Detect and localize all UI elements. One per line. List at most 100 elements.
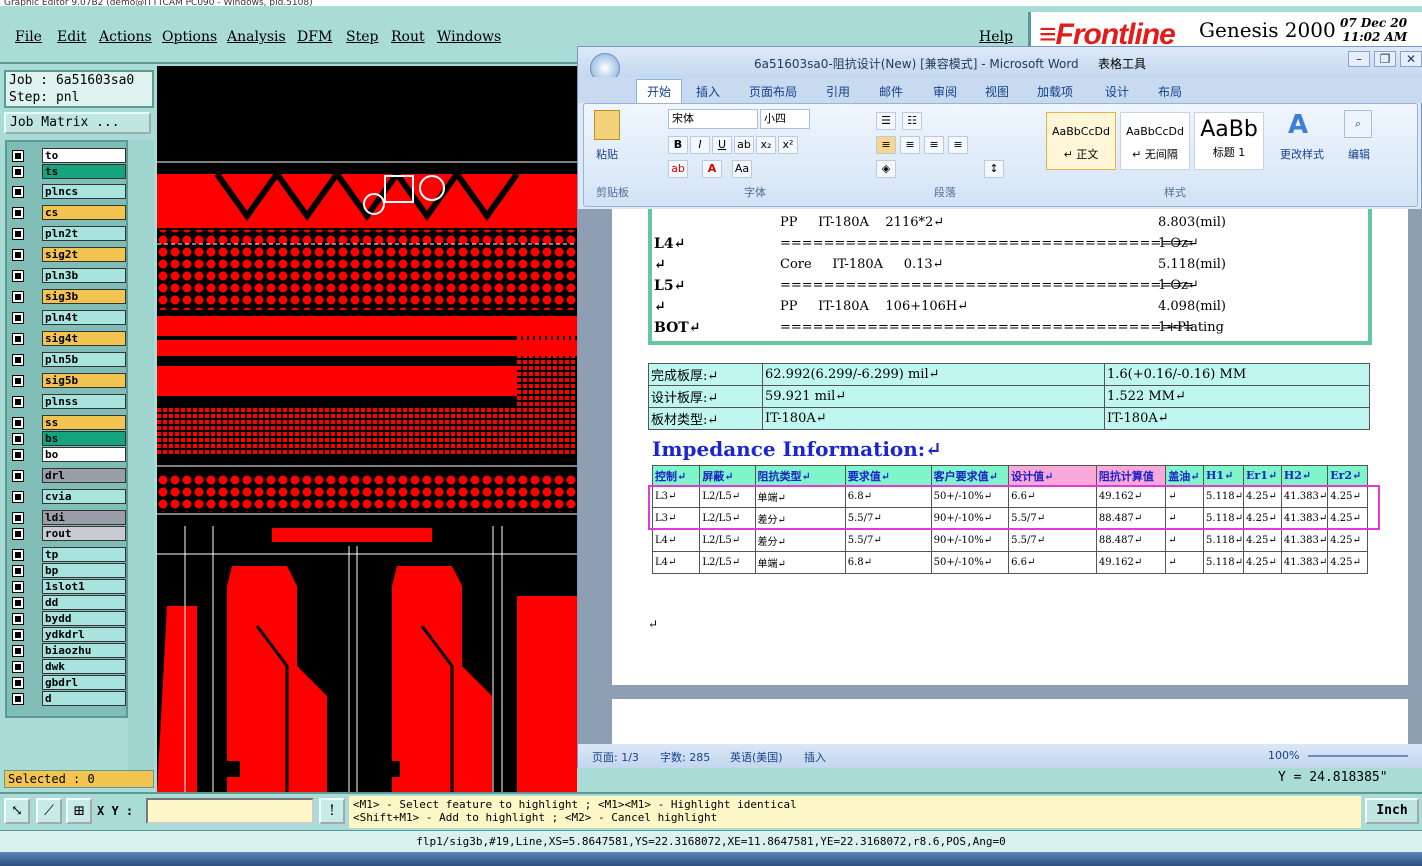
layer-name[interactable]: biaozhu <box>42 643 126 658</box>
layer-checkbox[interactable] <box>12 512 24 524</box>
word-count[interactable]: 字数: 285 <box>660 749 710 765</box>
layer-row[interactable]: sig3b <box>9 289 126 304</box>
layer-name[interactable]: bs <box>42 431 126 446</box>
style-heading1[interactable]: AaBb 标题 1 <box>1194 112 1264 170</box>
layer-name[interactable]: sig2t <box>42 247 126 262</box>
layer-row[interactable]: sig4t <box>9 331 126 346</box>
align-center-button[interactable]: ≡ <box>900 136 920 154</box>
layer-checkbox[interactable] <box>12 333 24 345</box>
layer-checkbox[interactable] <box>12 449 24 461</box>
zoom-level[interactable]: 100% <box>1268 749 1299 762</box>
align-right-button[interactable]: ≡ <box>924 136 944 154</box>
menu-file[interactable]: File <box>15 29 42 45</box>
layer-checkbox[interactable] <box>12 693 24 705</box>
layer-row[interactable]: ldi <box>9 510 126 525</box>
layer-name[interactable]: ydkdrl <box>42 627 126 642</box>
layer-checkbox[interactable] <box>12 375 24 387</box>
font-name-select[interactable]: 宋体 <box>668 109 758 129</box>
units-button[interactable]: Inch <box>1365 798 1419 824</box>
layer-checkbox[interactable] <box>12 417 24 429</box>
layer-checkbox[interactable] <box>12 396 24 408</box>
tab-insert[interactable]: 插入 <box>696 83 720 100</box>
menu-step[interactable]: Step <box>346 29 378 45</box>
document-page[interactable]: PP IT-180A 2116*2↵ 8.803(mil) L4↵ =========… <box>612 209 1408 685</box>
layer-name[interactable]: drl <box>42 468 126 483</box>
layer-row[interactable]: bs <box>9 431 126 446</box>
align-left-button[interactable]: ≡ <box>876 136 896 154</box>
layer-checkbox[interactable] <box>12 549 24 561</box>
menu-analysis[interactable]: Analysis <box>227 29 286 45</box>
layer-row[interactable]: gbdrl <box>9 675 126 690</box>
zoom-slider[interactable] <box>1308 755 1408 757</box>
layer-row[interactable]: pln3b <box>9 268 126 283</box>
layer-row[interactable]: d <box>9 691 126 706</box>
tab-home[interactable]: 开始 <box>636 79 683 104</box>
page-count[interactable]: 页面: 1/3 <box>592 749 639 765</box>
layer-checkbox[interactable] <box>12 291 24 303</box>
measure-icon[interactable]: ⟋ <box>36 798 62 824</box>
layer-checkbox[interactable] <box>12 312 24 324</box>
language[interactable]: 英语(美国) <box>730 749 783 765</box>
menu-dfm[interactable]: DFM <box>297 29 332 45</box>
minimize-icon[interactable]: – <box>1348 51 1370 67</box>
layer-checkbox[interactable] <box>12 661 24 673</box>
layer-row[interactable]: ts <box>9 164 126 179</box>
change-styles-label[interactable]: 更改样式 <box>1280 146 1324 162</box>
layer-checkbox[interactable] <box>12 677 24 689</box>
layer-name[interactable]: sig3b <box>42 289 126 304</box>
italic-button[interactable]: I <box>690 136 710 154</box>
justify-button[interactable]: ≡ <box>948 136 968 154</box>
font-color-button[interactable]: A <box>702 160 722 178</box>
layer-checkbox[interactable] <box>12 228 24 240</box>
layer-row[interactable]: to <box>9 148 126 163</box>
layer-name[interactable]: bp <box>42 563 126 578</box>
underline-button[interactable]: U <box>712 136 732 154</box>
layer-checkbox[interactable] <box>12 491 24 503</box>
layer-name[interactable]: pln4t <box>42 310 126 325</box>
close-icon[interactable]: ✕ <box>1400 51 1422 67</box>
tab-mailings[interactable]: 邮件 <box>879 83 903 100</box>
layer-row[interactable]: plncs <box>9 184 126 199</box>
tab-references[interactable]: 引用 <box>826 83 850 100</box>
layer-name[interactable]: tp <box>42 547 126 562</box>
layer-row[interactable]: rout <box>9 526 126 541</box>
layer-row[interactable]: plnss <box>9 394 126 409</box>
layer-name[interactable]: pln3b <box>42 268 126 283</box>
layer-row[interactable]: sig2t <box>9 247 126 262</box>
numbering-button[interactable]: ☷ <box>902 112 922 130</box>
layer-row[interactable]: pln2t <box>9 226 126 241</box>
layer-row[interactable]: dd <box>9 595 126 610</box>
menu-actions[interactable]: Actions <box>99 29 152 45</box>
layer-name[interactable]: gbdrl <box>42 675 126 690</box>
layer-name[interactable]: to <box>42 148 126 163</box>
document-area[interactable]: PP IT-180A 2116*2↵ 8.803(mil) L4↵ =========… <box>578 209 1422 744</box>
layer-row[interactable]: bp <box>9 563 126 578</box>
layer-name[interactable]: 1slot1 <box>42 579 126 594</box>
layer-name[interactable]: plnss <box>42 394 126 409</box>
layer-name[interactable]: pln2t <box>42 226 126 241</box>
font-size-select[interactable]: 小四 <box>760 109 810 129</box>
tab-view[interactable]: 视图 <box>985 83 1009 100</box>
layer-list-scrollbar[interactable] <box>128 140 154 770</box>
layer-checkbox[interactable] <box>12 613 24 625</box>
layer-name[interactable]: bo <box>42 447 126 462</box>
document-page-2[interactable] <box>612 699 1408 744</box>
highlight-button[interactable]: ab <box>668 160 688 178</box>
layer-name[interactable]: sig5b <box>42 373 126 388</box>
shading-button[interactable]: ◈ <box>876 160 896 178</box>
tab-layout[interactable]: 布局 <box>1158 83 1182 100</box>
layer-name[interactable]: ss <box>42 415 126 430</box>
layer-row[interactable]: ss <box>9 415 126 430</box>
layer-row[interactable]: bo <box>9 447 126 462</box>
menu-options[interactable]: Options <box>162 29 217 45</box>
restore-icon[interactable]: ❐ <box>1374 51 1396 67</box>
layer-checkbox[interactable] <box>12 629 24 641</box>
bold-button[interactable]: B <box>668 136 688 154</box>
strikethrough-button[interactable]: ab <box>734 136 754 154</box>
layer-row[interactable]: ydkdrl <box>9 627 126 642</box>
tab-page-layout[interactable]: 页面布局 <box>749 83 797 100</box>
layer-checkbox[interactable] <box>12 433 24 445</box>
layer-row[interactable]: biaozhu <box>9 643 126 658</box>
layer-row[interactable]: cvia <box>9 489 126 504</box>
bullets-button[interactable]: ☰ <box>876 112 896 130</box>
